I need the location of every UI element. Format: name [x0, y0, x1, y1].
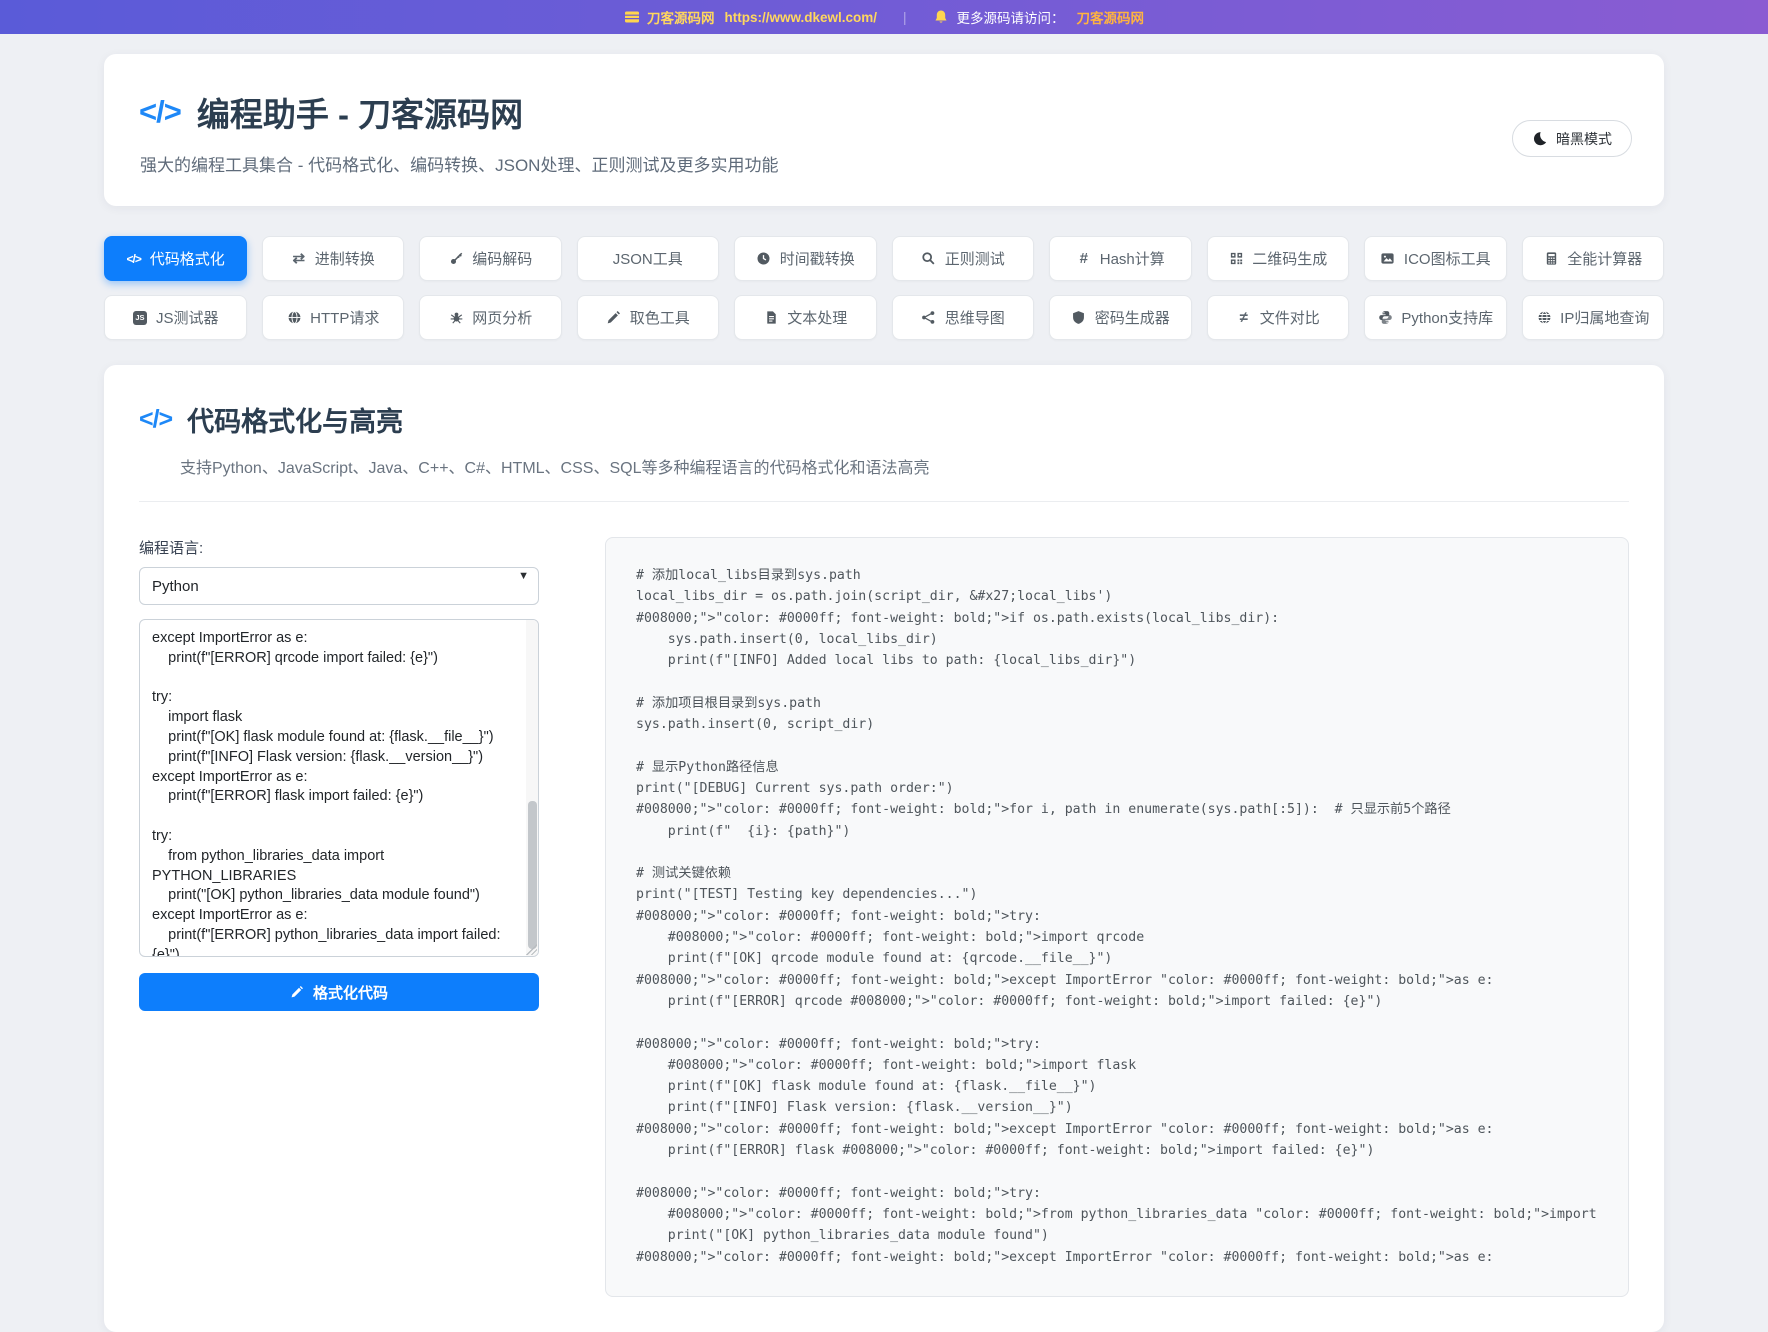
resize-handle[interactable] — [526, 944, 537, 955]
tab-regex-test[interactable]: 正则测试 — [892, 236, 1035, 281]
more-source-link[interactable]: 刀客源码网 — [1077, 7, 1145, 27]
page-title: 编程助手 - 刀客源码网 — [197, 88, 523, 136]
tab-python-libs[interactable]: Python支持库 — [1364, 295, 1507, 340]
exchange-icon: ⇄ — [291, 251, 307, 267]
bell-icon — [933, 9, 949, 25]
globe-icon — [1536, 310, 1552, 326]
scrollbar-thumb[interactable] — [528, 801, 537, 949]
tab-json-tools[interactable]: JSON工具 — [577, 236, 720, 281]
format-button-label: 格式化代码 — [313, 982, 388, 1003]
globe-icon — [286, 310, 302, 326]
tab-ip-lookup[interactable]: IP归属地查询 — [1522, 295, 1665, 340]
tab-qrcode-gen[interactable]: 二维码生成 — [1207, 236, 1350, 281]
clock-icon — [756, 251, 772, 267]
format-output-code: # 添加local_libs目录到sys.path local_libs_dir… — [636, 565, 1598, 1268]
tab-file-diff[interactable]: ≠ 文件对比 — [1207, 295, 1350, 340]
tab-http-request[interactable]: HTTP请求 — [262, 295, 405, 340]
topbar-separator: | — [903, 10, 907, 25]
code-icon: </> — [139, 405, 172, 434]
code-logo-icon: </> — [139, 94, 181, 130]
tab-color-picker[interactable]: 取色工具 — [577, 295, 720, 340]
more-source-text: 更多源码请访问： — [957, 7, 1065, 27]
tab-js-tester[interactable]: JS JS测试器 — [104, 295, 247, 340]
tab-text-process[interactable]: 文本处理 — [734, 295, 877, 340]
tab-code-format[interactable]: </> 代码格式化 — [104, 236, 247, 281]
share-nodes-icon — [921, 310, 937, 326]
tab-hash-calc[interactable]: # Hash计算 — [1049, 236, 1192, 281]
format-output: # 添加local_libs目录到sys.path local_libs_dir… — [605, 537, 1629, 1297]
tab-timestamp-convert[interactable]: 时间戳转换 — [734, 236, 877, 281]
search-icon — [921, 251, 937, 267]
tab-encode-decode[interactable]: 编码解码 — [419, 236, 562, 281]
language-select[interactable]: Python — [139, 567, 539, 605]
top-announcement-bar: 刀客源码网 https://www.dkewl.com/ | 更多源码请访问： … — [0, 0, 1768, 34]
pencil-icon — [290, 985, 304, 999]
tab-ico-tool[interactable]: ICO图标工具 — [1364, 236, 1507, 281]
site-logo-icon — [624, 9, 640, 25]
key-icon — [448, 251, 464, 267]
dark-mode-label: 暗黑模式 — [1556, 129, 1612, 149]
image-icon — [1380, 251, 1396, 267]
site-url-link[interactable]: https://www.dkewl.com/ — [724, 10, 877, 25]
tab-web-analyze[interactable]: 网页分析 — [419, 295, 562, 340]
divider — [139, 501, 1629, 502]
code-icon: </> — [126, 251, 142, 267]
qrcode-icon — [1228, 251, 1244, 267]
tab-base-convert[interactable]: ⇄ 进制转换 — [262, 236, 405, 281]
not-equal-icon: ≠ — [1236, 310, 1252, 326]
code-format-panel: </> 代码格式化与高亮 支持Python、JavaScript、Java、C+… — [104, 365, 1664, 1332]
js-icon: JS — [132, 310, 148, 326]
language-label: 编程语言: — [139, 537, 539, 558]
site-name: 刀客源码网 — [647, 7, 715, 27]
format-code-button[interactable]: 格式化代码 — [139, 973, 539, 1011]
hash-icon: # — [1076, 251, 1092, 267]
textarea-scrollbar[interactable] — [526, 620, 538, 956]
moon-icon — [1532, 131, 1547, 146]
calculator-icon — [1543, 251, 1559, 267]
tab-password-gen[interactable]: 密码生成器 — [1049, 295, 1192, 340]
tool-tabs: </> 代码格式化 ⇄ 进制转换 编码解码 JSON工具 — [104, 236, 1664, 340]
eyedropper-icon — [606, 310, 622, 326]
spider-icon — [448, 310, 464, 326]
dark-mode-button[interactable]: 暗黑模式 — [1512, 120, 1632, 157]
python-icon — [1377, 310, 1393, 326]
section-subtitle: 支持Python、JavaScript、Java、C++、C#、HTML、CSS… — [180, 454, 1629, 478]
header-card: </> 编程助手 - 刀客源码网 强大的编程工具集合 - 代码格式化、编码转换、… — [104, 54, 1664, 206]
page-subtitle: 强大的编程工具集合 - 代码格式化、编码转换、JSON处理、正则测试及更多实用功… — [140, 151, 1629, 176]
shield-icon — [1071, 310, 1087, 326]
code-input[interactable]: except ImportError as e: print(f"[ERROR]… — [139, 619, 539, 957]
tab-calculator[interactable]: 全能计算器 — [1522, 236, 1665, 281]
section-title: 代码格式化与高亮 — [187, 400, 403, 439]
file-text-icon — [763, 310, 779, 326]
tab-mindmap[interactable]: 思维导图 — [892, 295, 1035, 340]
